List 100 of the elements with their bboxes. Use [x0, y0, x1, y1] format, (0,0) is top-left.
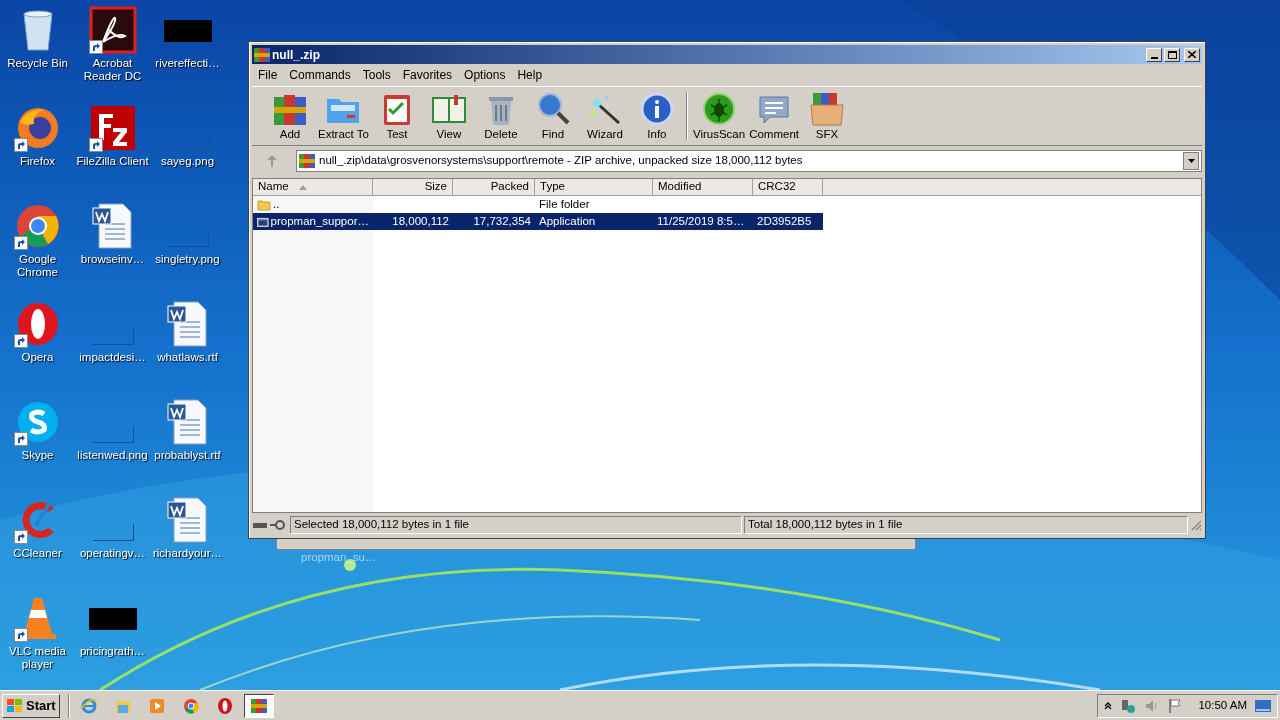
icon-label: Firefox [18, 155, 57, 168]
start-button[interactable]: Start [2, 693, 60, 718]
desktop-icon[interactable]: probablyst.rtf [150, 398, 225, 496]
desktop-icon[interactable]: impactdesi… [75, 300, 150, 398]
column-header[interactable]: Modified [653, 179, 753, 196]
pdf-reader-icon [88, 6, 137, 54]
column-header[interactable]: CRC32 [753, 179, 823, 196]
folder-icon [257, 197, 271, 212]
toolbar-button[interactable]: Test [370, 88, 423, 144]
icon-label: VLC media player [8, 645, 67, 671]
windows-logo-icon [6, 697, 24, 714]
filezilla-icon [88, 104, 137, 152]
taskbar-button[interactable] [243, 693, 274, 718]
toolbar-button[interactable]: Extract To [316, 88, 371, 144]
drive-key-icon [252, 519, 288, 531]
icon-label: richardyour… [152, 547, 223, 560]
icon-label: Opera [20, 351, 55, 364]
maximize-icon [1167, 50, 1177, 59]
desktop-icon[interactable]: Opera [0, 300, 75, 398]
table-cell-text: Application [539, 213, 596, 229]
desktop-icon[interactable]: singletry.png [150, 202, 225, 300]
dropdown-arrow-icon [1187, 159, 1195, 163]
column-header[interactable]: Type [535, 179, 653, 196]
image-file-icon [92, 328, 134, 345]
icon-label: operatingv… [78, 547, 147, 560]
table-cell-text: 11/25/2019 8:5… [657, 213, 745, 229]
books-stack-icon [249, 696, 268, 715]
menu-item[interactable]: Favorites [396, 66, 459, 84]
table-cell-text: File folder [539, 196, 590, 212]
image-file-icon [92, 524, 134, 541]
minimize-button[interactable] [1146, 47, 1162, 62]
desktop-icon[interactable]: Acrobat Reader DC [75, 6, 150, 104]
app-icon [299, 153, 315, 169]
toolbar-button[interactable]: VirusScan [690, 88, 748, 144]
toolbar-button[interactable]: View [422, 88, 475, 144]
column-header[interactable]: Packed [453, 179, 535, 196]
desktop-icon[interactable]: whatlaws.rtf [150, 300, 225, 398]
toolbar-button[interactable]: Comment [747, 88, 801, 144]
window-title: null_.zip [272, 46, 320, 64]
status-text: Total 18,000,112 bytes in 1 file [744, 516, 1188, 534]
dropdown-button[interactable] [1183, 152, 1199, 170]
desktop-icon[interactable]: rivereffecti… [150, 6, 225, 104]
menu-item[interactable]: Help [511, 66, 549, 84]
desktop-icon[interactable]: listenwed.png [75, 398, 150, 496]
chrome-icon [181, 696, 200, 715]
table-cell-text: 18,000,112 [392, 213, 449, 229]
bug-icon [701, 91, 738, 127]
minimize-icon [1150, 56, 1158, 59]
sort-arrow-icon [298, 184, 307, 190]
resize-grip-icon [1190, 519, 1202, 531]
desktop-icon[interactable]: Skype [0, 398, 75, 496]
icon-label: impactdesi… [78, 351, 147, 364]
icon-label: probablyst.rtf [153, 449, 222, 462]
menu-item[interactable]: Commands [283, 66, 357, 84]
toolbar-button[interactable]: Info [630, 88, 683, 144]
toolbar-button[interactable]: SFX [801, 88, 853, 144]
column-header[interactable]: Size [373, 179, 453, 196]
maximize-button[interactable] [1164, 47, 1180, 62]
icon-label: browseinv… [79, 253, 146, 266]
icon-label: singletry.png [154, 253, 221, 266]
toolbar-button[interactable]: Add [264, 88, 316, 144]
close-button[interactable] [1184, 47, 1200, 62]
info-icon [638, 91, 675, 127]
toolbar-button[interactable]: Delete [474, 88, 527, 144]
menu-item[interactable]: Options [458, 66, 512, 84]
menu-item[interactable]: File [252, 66, 284, 84]
network-icon [1120, 697, 1137, 714]
column-header[interactable]: Name [253, 179, 373, 196]
icon-label: Acrobat Reader DC [82, 57, 143, 83]
icon-label: listenwed.png [76, 449, 149, 462]
table-cell-text: propman_suppor… [270, 213, 369, 229]
icon-label: sayeg.png [159, 155, 216, 168]
table-cell-text: 2D3952B5 [757, 213, 812, 229]
desktop-icon[interactable]: Google Chrome [0, 202, 75, 300]
menu-item[interactable]: Tools [356, 66, 397, 84]
status-text: Selected 18,000,112 bytes in 1 file [290, 516, 742, 534]
internet-explorer-icon [79, 696, 98, 715]
box-of-books-icon [809, 91, 845, 127]
desktop-icon[interactable]: Recycle Bin [0, 6, 75, 104]
up-arrow-icon [267, 155, 277, 167]
icon-label: CCleaner [12, 547, 63, 560]
opera-icon [215, 696, 234, 715]
table-cell-text: 17,732,354 [473, 213, 531, 229]
file-row[interactable]: .. File folder [253, 196, 823, 213]
image-file-icon [92, 426, 134, 443]
table-cell-text: .. [273, 196, 280, 212]
toolbar-button[interactable]: Wizard [578, 88, 631, 144]
toolbar-button[interactable]: Find [526, 88, 579, 144]
close-icon [1188, 51, 1196, 58]
icon-label: pricingrath… [78, 645, 147, 658]
app-icon [254, 46, 270, 63]
clock: 10:50 AM [1198, 697, 1247, 713]
desktop-icon[interactable]: browseinv… [75, 202, 150, 300]
desktop-icon[interactable]: FileZilla Client [75, 104, 150, 202]
desktop-icon[interactable]: sayeg.png [150, 104, 225, 202]
icon-label: FileZilla Client [75, 155, 150, 168]
desktop-icon[interactable]: Firefox [0, 104, 75, 202]
address-field[interactable]: null_.zip\data\grosvenorsystems\support\remote - ZIP archive, unpacked size 18,000,112 bytes [296, 150, 1202, 172]
file-row[interactable]: propman_suppor… 18,000,112 17,732,354 Application 11/25/2019 8:5… 2D3952B5 [253, 213, 823, 230]
icon-label: rivereffecti… [154, 57, 221, 70]
